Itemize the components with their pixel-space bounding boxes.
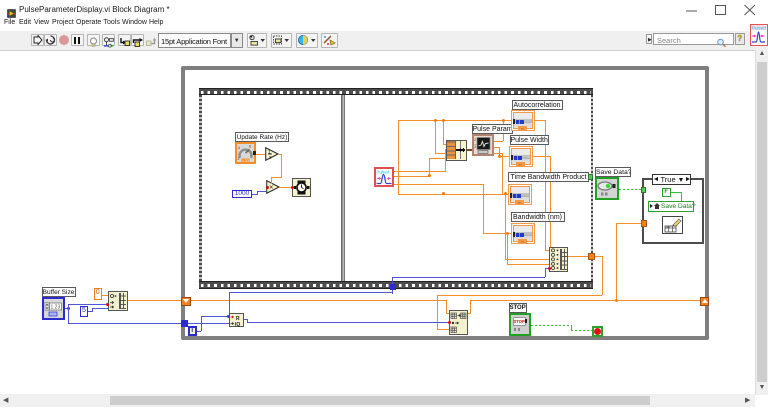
svg-text:2: 2 xyxy=(238,157,240,161)
svg-text:1.23: 1.23 xyxy=(50,305,60,311)
svg-text:Pulsed: Pulsed xyxy=(377,170,390,175)
svg-text:∑: ∑ xyxy=(474,144,477,148)
svg-text:2: 2 xyxy=(474,138,476,142)
svg-text:4: 4 xyxy=(238,146,240,150)
svg-text:Pulsed: Pulsed xyxy=(752,26,766,31)
svg-text:×: × xyxy=(269,185,273,192)
svg-text:IQ: IQ xyxy=(235,322,240,327)
svg-text:6: 6 xyxy=(249,144,251,148)
svg-text:1.23: 1.23 xyxy=(242,159,249,163)
svg-text:abc: abc xyxy=(666,224,671,228)
